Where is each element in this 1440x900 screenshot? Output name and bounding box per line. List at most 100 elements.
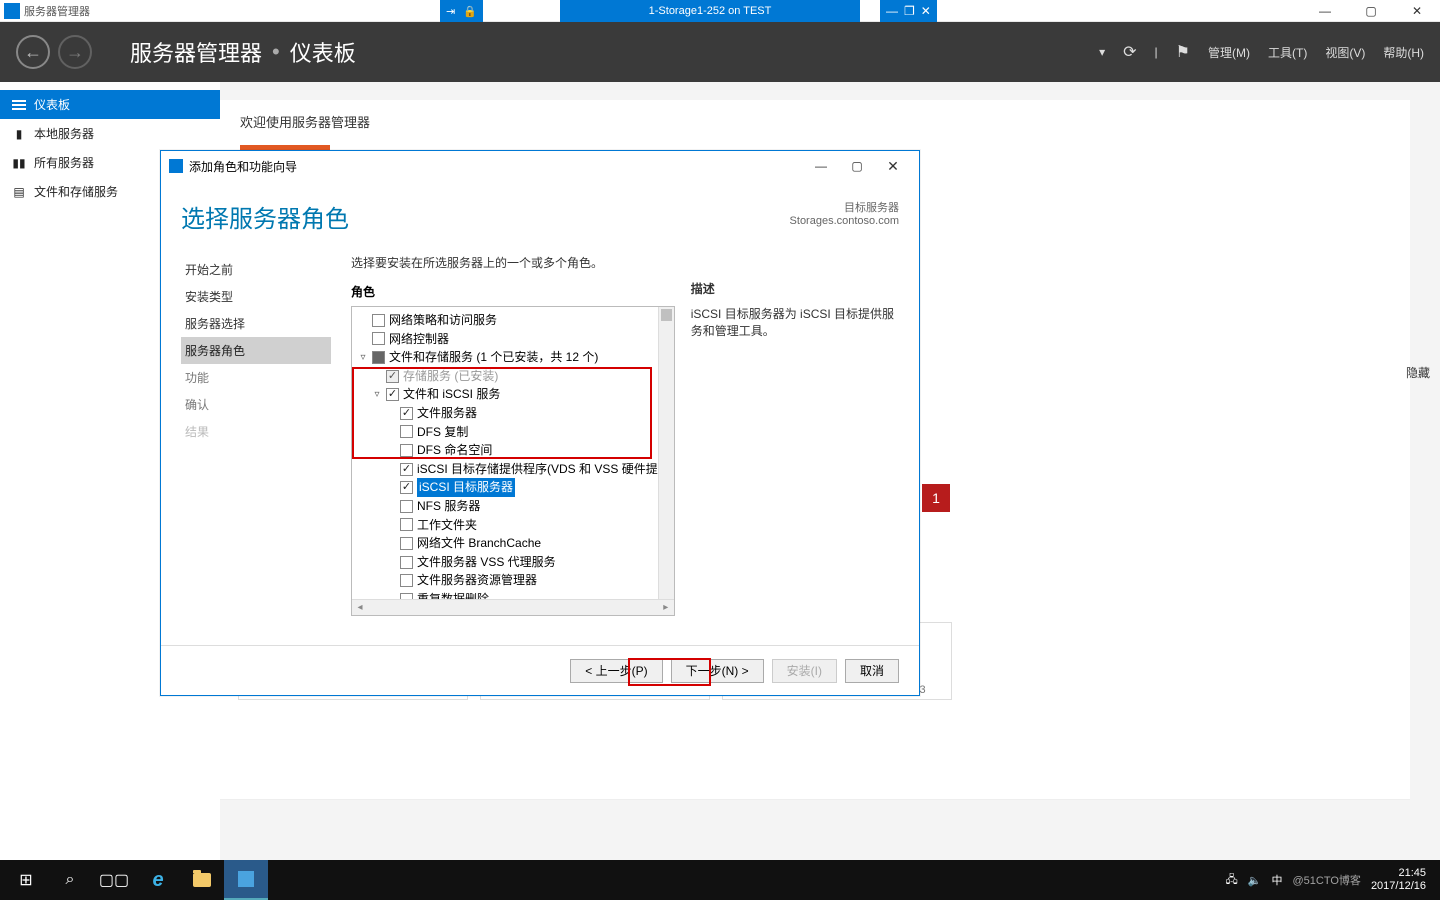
sidebar-item-label: 本地服务器 [34,125,94,142]
role-item[interactable]: iSCSI 目标存储提供程序(VDS 和 VSS 硬件提供 [356,460,670,479]
role-checkbox[interactable] [400,574,413,587]
role-item[interactable]: iSCSI 目标服务器 [356,478,670,497]
scroll-right-icon[interactable]: ▸ [658,602,674,613]
role-checkbox[interactable] [400,518,413,531]
wizard-header: 选择服务器角色 目标服务器 Storages.contoso.com [161,181,919,244]
expand-icon[interactable]: ▿ [372,387,382,403]
menu-manage[interactable]: 管理(M) [1208,44,1250,61]
wizard-page-title: 选择服务器角色 [181,199,349,234]
hide-link[interactable]: 隐藏 [1406,364,1430,381]
add-roles-wizard: 添加角色和功能向导 — ▢ ✕ 选择服务器角色 目标服务器 Storages.c… [160,150,920,696]
role-item[interactable]: 网络控制器 [356,330,670,349]
role-checkbox[interactable] [400,500,413,513]
roles-listbox[interactable]: 网络策略和访问服务网络控制器▿文件和存储服务 (1 个已安装，共 12 个)存储… [351,306,675,616]
roles-vscrollbar[interactable] [658,307,674,599]
menu-divider: | [1155,45,1158,59]
role-item[interactable]: 网络文件 BranchCache [356,534,670,553]
ime-indicator[interactable]: 中 [1272,872,1283,888]
search-button[interactable]: ⌕ [48,860,92,900]
role-checkbox[interactable] [400,556,413,569]
role-checkbox[interactable] [372,314,385,327]
role-item[interactable]: 存储服务 (已安装) [356,367,670,386]
role-item[interactable]: 网络策略和访问服务 [356,311,670,330]
cancel-button[interactable]: 取消 [845,659,899,683]
wizard-minimize-button[interactable]: — [807,156,835,176]
maximize-button[interactable]: ▢ [1348,0,1394,22]
breadcrumb-root[interactable]: 服务器管理器 [130,36,262,68]
install-button: 安装(I) [772,659,837,683]
refresh-icon[interactable]: ⟳ [1123,42,1136,62]
server-manager-taskbar-button[interactable] [224,860,268,900]
folder-icon [193,873,211,887]
menu-view[interactable]: 视图(V) [1325,44,1365,61]
expand-icon[interactable]: ▿ [358,350,368,366]
wizard-close-button[interactable]: ✕ [879,156,907,176]
ie-button[interactable]: e [136,860,180,900]
app-title: 服务器管理器 [24,3,90,19]
wizard-step-features[interactable]: 功能 [181,364,331,391]
wizard-step-server-roles[interactable]: 服务器角色 [181,337,331,364]
role-checkbox[interactable] [386,388,399,401]
minimize-button[interactable]: — [1302,0,1348,22]
vm-restore-icon[interactable]: ❐ [904,4,915,18]
role-checkbox[interactable] [372,351,385,364]
next-button[interactable]: 下一步(N) > [671,659,764,683]
task-view-button[interactable]: ▢▢ [92,860,136,900]
role-checkbox[interactable] [400,425,413,438]
vm-minimize-icon[interactable]: — [886,4,898,18]
file-explorer-button[interactable] [180,860,224,900]
roles-hscrollbar[interactable]: ◂▸ [352,599,674,615]
alert-badge[interactable]: 1 [922,484,950,512]
role-checkbox[interactable] [400,407,413,420]
role-checkbox[interactable] [400,481,413,494]
wizard-maximize-button[interactable]: ▢ [843,156,871,176]
role-checkbox[interactable] [372,332,385,345]
role-item[interactable]: DFS 复制 [356,423,670,442]
taskbar-clock[interactable]: 21:45 2017/12/16 [1371,867,1426,893]
volume-icon[interactable]: 🔈 [1248,874,1262,887]
wizard-step-before-begin[interactable]: 开始之前 [181,256,331,283]
menu-help[interactable]: 帮助(H) [1383,44,1424,61]
network-icon[interactable]: 🖧 [1226,871,1238,890]
clock-date: 2017/12/16 [1371,880,1426,893]
vm-window-controls: — ❐ ✕ [880,0,937,22]
role-checkbox[interactable] [400,444,413,457]
flag-icon[interactable]: ⚑ [1176,42,1190,62]
role-item[interactable]: ▿文件和存储服务 (1 个已安装，共 12 个) [356,348,670,367]
nav-back-button[interactable]: ← [16,35,50,69]
role-checkbox[interactable] [400,463,413,476]
role-item[interactable]: ▿文件和 iSCSI 服务 [356,385,670,404]
wizard-instruction: 选择要安装在所选服务器上的一个或多个角色。 [351,254,675,271]
watermark-text: @51CTO博客 [1293,872,1361,888]
sidebar-item-dashboard[interactable]: 仪表板 [0,90,220,119]
role-checkbox[interactable] [400,537,413,550]
taskbar[interactable]: ⊞ ⌕ ▢▢ e 🖧 🔈 中 @51CTO博客 21:45 2017/12/16 [0,860,1440,900]
wizard-step-results: 结果 [181,418,331,445]
wizard-titlebar[interactable]: 添加角色和功能向导 — ▢ ✕ [161,151,919,181]
menu-tools[interactable]: 工具(T) [1268,44,1307,61]
role-item[interactable]: 工作文件夹 [356,516,670,535]
role-item[interactable]: DFS 命名空间 [356,441,670,460]
role-item[interactable]: 文件服务器 [356,404,670,423]
window-controls: — ▢ ✕ [1302,0,1440,22]
role-item[interactable]: 文件服务器资源管理器 [356,571,670,590]
wizard-step-confirm[interactable]: 确认 [181,391,331,418]
role-checkbox[interactable] [386,370,399,383]
role-item[interactable]: 文件服务器 VSS 代理服务 [356,553,670,572]
role-label: 工作文件夹 [417,516,477,535]
lock-icon[interactable]: 🔒 [463,5,477,18]
servers-icon: ▮▮ [12,157,26,169]
start-button[interactable]: ⊞ [4,860,48,900]
vm-close-icon[interactable]: ✕ [921,4,931,18]
scroll-thumb[interactable] [661,309,672,321]
pin-icon[interactable]: ⇥ [446,5,455,18]
scroll-left-icon[interactable]: ◂ [352,602,368,613]
role-item[interactable]: NFS 服务器 [356,497,670,516]
system-tray[interactable]: 🖧 🔈 中 @51CTO博客 21:45 2017/12/16 [1216,867,1436,893]
wizard-step-server-selection[interactable]: 服务器选择 [181,310,331,337]
prev-button[interactable]: < 上一步(P) [570,659,662,683]
sidebar-item-local-server[interactable]: ▮本地服务器 [0,119,220,148]
wizard-step-install-type[interactable]: 安装类型 [181,283,331,310]
close-button[interactable]: ✕ [1394,0,1440,22]
dropdown-icon[interactable]: ▾ [1099,45,1105,59]
